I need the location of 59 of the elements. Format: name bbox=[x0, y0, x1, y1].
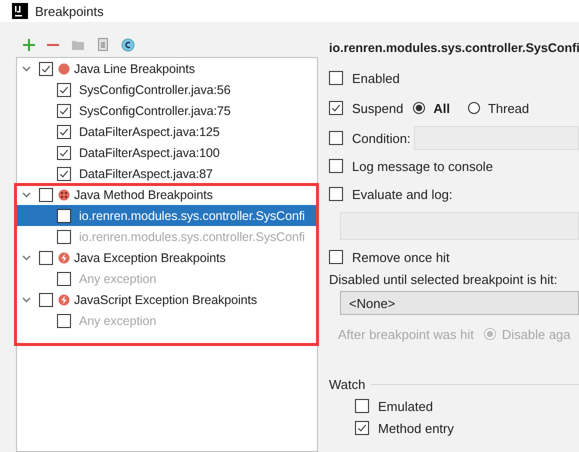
checkbox-label[interactable]: Log message to console bbox=[352, 158, 493, 174]
checkbox[interactable] bbox=[355, 421, 369, 435]
tree-group-label[interactable]: Java Method Breakpoints bbox=[74, 188, 213, 202]
tree-item-label[interactable]: DataFilterAspect.java:87 bbox=[79, 166, 213, 180]
breakpoint-title: io.renren.modules.sys.controller.SysConfi bbox=[329, 41, 579, 57]
collapse-chevron-icon[interactable] bbox=[21, 64, 31, 74]
checkbox-label[interactable]: Emulated bbox=[378, 398, 433, 414]
breakpoint-dropdown[interactable]: <None> bbox=[340, 291, 579, 315]
field-label: Disabled until selected breakpoint is hit: bbox=[329, 272, 558, 287]
exception-breakpoint-icon bbox=[58, 294, 70, 306]
checkbox-label[interactable]: Remove once hit bbox=[352, 250, 450, 264]
radio-button[interactable] bbox=[413, 102, 426, 114]
app-logo-icon bbox=[12, 3, 28, 19]
checkbox[interactable] bbox=[39, 292, 53, 306]
checkbox-label[interactable]: Enabled bbox=[352, 70, 400, 86]
radio-button[interactable] bbox=[468, 102, 480, 114]
checkbox[interactable] bbox=[57, 124, 71, 138]
checkbox-label[interactable]: Method entry bbox=[378, 420, 454, 436]
checkbox[interactable] bbox=[329, 131, 343, 145]
checkbox[interactable] bbox=[57, 146, 71, 160]
tree-item-label[interactable]: DataFilterAspect.java:125 bbox=[79, 124, 220, 138]
checkbox-label[interactable]: Condition: bbox=[352, 130, 411, 146]
checkbox[interactable] bbox=[39, 250, 53, 264]
checkbox[interactable] bbox=[57, 104, 71, 118]
tree-item-label[interactable]: io.renren.modules.sys.controller.SysConfi bbox=[79, 208, 305, 222]
checkbox[interactable] bbox=[39, 62, 53, 76]
after-hit-label: After breakpoint was hit bbox=[338, 326, 474, 342]
collapse-chevron-icon[interactable] bbox=[21, 294, 31, 304]
checkbox[interactable] bbox=[329, 101, 343, 115]
window-title: Breakpoints bbox=[35, 4, 104, 18]
file-icon[interactable] bbox=[97, 38, 109, 51]
tree-group-label[interactable]: Java Line Breakpoints bbox=[74, 62, 195, 76]
checkbox[interactable] bbox=[329, 250, 343, 264]
tree-item-label[interactable]: DataFilterAspect.java:100 bbox=[79, 146, 220, 160]
tree-group-label[interactable]: JavaScript Exception Breakpoints bbox=[74, 292, 258, 306]
add-icon[interactable] bbox=[23, 38, 35, 50]
checkbox-label[interactable]: Suspend bbox=[352, 100, 404, 116]
class-icon[interactable] bbox=[121, 38, 135, 52]
checkbox[interactable] bbox=[355, 399, 369, 413]
checkbox[interactable] bbox=[57, 82, 71, 96]
checkbox-label[interactable]: Evaluate and log: bbox=[352, 186, 452, 202]
checkbox[interactable] bbox=[57, 208, 71, 222]
selected-tree-row[interactable]: io.renren.modules.sys.controller.SysConfi bbox=[17, 205, 317, 226]
checkbox[interactable] bbox=[57, 166, 71, 180]
checkbox[interactable] bbox=[329, 159, 343, 173]
checkbox[interactable] bbox=[39, 188, 53, 202]
exception-breakpoint-icon bbox=[58, 252, 70, 264]
radio-label[interactable]: Thread bbox=[488, 100, 530, 116]
checkbox[interactable] bbox=[329, 71, 343, 85]
collapse-chevron-icon[interactable] bbox=[21, 190, 31, 200]
method-breakpoint-icon bbox=[58, 188, 70, 200]
collapse-chevron-icon[interactable] bbox=[21, 252, 31, 262]
tree-group-label[interactable]: Java Exception Breakpoints bbox=[74, 250, 226, 264]
breakpoint-dot-icon bbox=[58, 62, 70, 74]
section-title: Watch bbox=[329, 376, 366, 392]
checkbox[interactable] bbox=[329, 187, 343, 201]
tree-item-label[interactable]: SysConfigController.java:56 bbox=[79, 82, 231, 96]
tree-item-label[interactable]: SysConfigController.java:75 bbox=[79, 104, 231, 118]
radio-label[interactable]: All bbox=[433, 100, 450, 116]
